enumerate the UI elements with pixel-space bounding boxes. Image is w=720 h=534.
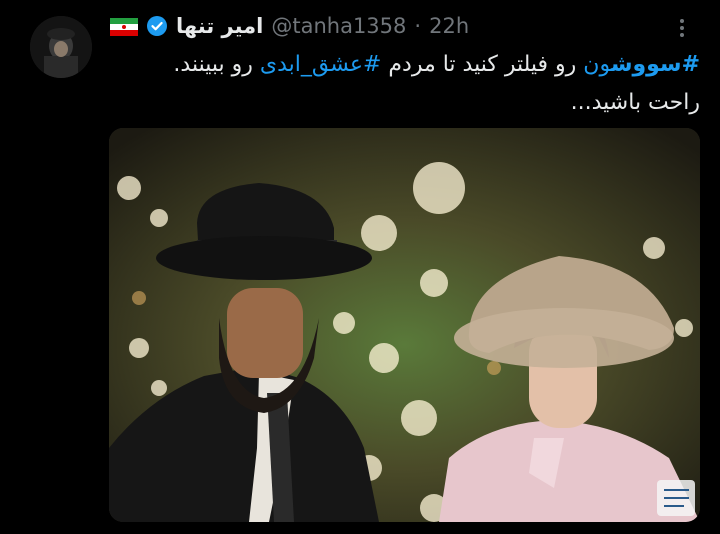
author-handle[interactable]: @tanha1358 (271, 14, 406, 38)
separator-dot: · (414, 14, 422, 38)
tweet-timestamp[interactable]: 22h (429, 14, 469, 38)
hashtag-link-suffix[interactable]: ون (583, 52, 611, 77)
more-options-icon[interactable] (668, 14, 696, 42)
tweet-media-image[interactable] (109, 128, 700, 522)
tweet-text-line-2: راحت باشید... (570, 90, 700, 115)
author-name[interactable]: امیر تنها (176, 14, 263, 38)
hashtag-link[interactable]: #عشق_ابدی (260, 52, 382, 77)
iran-flag-icon (110, 17, 138, 36)
tweet-text-line-1: #سووشون رو فیلتر کنید تا مردم #عشق_ابدی … (110, 50, 700, 80)
tweet-text-part: رو فیلتر کنید تا مردم (381, 52, 584, 77)
hashtag-link[interactable]: #سووش (611, 52, 700, 77)
tweet-text-part: رو ببینند. (173, 52, 260, 77)
tweet-header: امیر تنها @tanha1358 · 22h (110, 10, 469, 42)
author-avatar[interactable] (30, 16, 92, 78)
verified-badge-icon (146, 15, 168, 37)
